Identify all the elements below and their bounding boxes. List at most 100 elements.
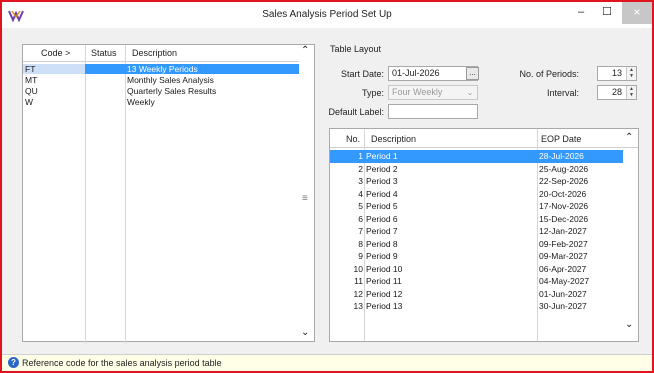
chevron-down-icon[interactable]: ⌄	[463, 86, 477, 99]
cell-eop-date: 17-Nov-2026	[539, 201, 589, 211]
table-row[interactable]: 8 Period 8 09-Feb-2027	[330, 238, 623, 251]
cell-description: Period 2	[366, 163, 398, 174]
cell-no: 13	[353, 301, 363, 311]
cell-eop-date: 15-Dec-2026	[539, 213, 589, 224]
cell-no: 7	[358, 226, 363, 236]
table-row[interactable]: W Weekly	[23, 97, 299, 107]
title-bar[interactable]: Sales Analysis Period Set Up – ☐ ×	[2, 2, 652, 28]
cell-no: 12	[353, 288, 363, 299]
spinner-icon[interactable]: ▲ ▼	[626, 86, 636, 99]
default-label-label: Default Label:	[328, 107, 384, 117]
cell-eop-date: 22-Sep-2026	[539, 176, 589, 186]
default-label-field[interactable]	[388, 104, 478, 119]
cell-eop-date: 09-Feb-2027	[539, 238, 588, 249]
cell-no: 2	[358, 163, 363, 174]
cell-description: Weekly	[127, 97, 155, 107]
cell-code: QU	[25, 86, 38, 96]
status-bar: ? Reference code for the sales analysis …	[2, 354, 652, 371]
help-icon: ?	[8, 357, 19, 368]
table-row[interactable]: 1 Period 1 28-Jul-2026	[330, 150, 623, 163]
cell-eop-date: 12-Jan-2027	[539, 226, 587, 236]
maximize-button[interactable]: ☐	[594, 2, 620, 24]
cell-code: FT	[23, 64, 85, 74]
chevron-up-icon[interactable]: ⌃	[625, 132, 633, 143]
column-header-status[interactable]: Status	[91, 48, 117, 58]
table-row[interactable]: 13 Period 13 30-Jun-2027	[330, 300, 623, 313]
cell-description: Period 10	[366, 263, 403, 274]
cell-eop-date: 30-Jun-2027	[539, 301, 587, 311]
table-layout-group-label: Table Layout	[330, 44, 382, 54]
table-row[interactable]: 10 Period 10 06-Apr-2027	[330, 263, 623, 276]
chevron-down-icon[interactable]: ⌄	[625, 319, 633, 330]
table-row[interactable]: FT 13 Weekly Periods	[23, 64, 299, 74]
cell-eop-date: 06-Apr-2027	[539, 263, 587, 274]
table-row[interactable]: MT Monthly Sales Analysis	[23, 75, 299, 85]
column-header-eop-date[interactable]: EOP Date	[541, 134, 581, 144]
cell-description: 13 Weekly Periods	[127, 64, 198, 74]
start-date-label: Start Date:	[340, 69, 384, 79]
cell-description: Period 3	[366, 176, 398, 186]
status-text: Reference code for the sales analysis pe…	[22, 358, 222, 368]
cell-code: W	[25, 97, 34, 107]
vertical-scrollbar[interactable]: ⌃ ≡ ⌄	[299, 45, 314, 341]
chevron-up-icon[interactable]: ⌃	[301, 45, 309, 56]
cell-no: 5	[358, 201, 363, 211]
window-title: Sales Analysis Period Set Up	[262, 9, 392, 20]
cell-description: Period 4	[366, 188, 398, 199]
cell-no: 3	[358, 176, 363, 186]
cell-description: Period 11	[366, 276, 402, 286]
periods-table-header: No. Description EOP Date	[330, 129, 638, 148]
table-row[interactable]: 11 Period 11 04-May-2027	[330, 275, 623, 288]
cell-no: 8	[358, 238, 363, 249]
table-row[interactable]: 9 Period 9 09-Mar-2027	[330, 250, 623, 263]
table-row[interactable]: 7 Period 7 12-Jan-2027	[330, 225, 623, 238]
cell-eop-date: 09-Mar-2027	[539, 251, 588, 261]
cell-description: Monthly Sales Analysis	[127, 75, 214, 85]
cell-description: Period 9	[366, 251, 398, 261]
cell-description: Period 12	[366, 288, 403, 299]
table-row[interactable]: 2 Period 2 25-Aug-2026	[330, 163, 623, 176]
column-header-description[interactable]: Description	[371, 134, 416, 144]
app-window: Sales Analysis Period Set Up – ☐ × Code …	[0, 0, 654, 373]
codes-table[interactable]: Code > Status Description FT 13 Weekly P…	[22, 44, 315, 343]
cell-no: 4	[358, 188, 363, 199]
scroll-grip-icon[interactable]: ≡	[302, 193, 308, 204]
spinner-icon[interactable]: ▲ ▼	[626, 67, 636, 80]
type-label: Type:	[361, 88, 384, 98]
interval-label: Interval:	[546, 88, 579, 98]
vertical-scrollbar[interactable]: ⌃ ⌄	[623, 129, 638, 341]
cell-description: Period 8	[366, 238, 398, 249]
table-row[interactable]: 12 Period 12 01-Jun-2027	[330, 288, 623, 301]
cell-no: 1	[358, 151, 363, 161]
cell-no: 10	[353, 263, 363, 274]
close-button[interactable]: ×	[622, 2, 652, 24]
column-header-no[interactable]: No.	[346, 134, 360, 144]
cell-eop-date: 25-Aug-2026	[539, 163, 589, 174]
cell-description: Period 7	[366, 226, 398, 236]
cell-code: MT	[25, 75, 38, 85]
column-header-description[interactable]: Description	[132, 48, 177, 58]
cell-eop-date: 01-Jun-2027	[539, 288, 587, 299]
minimize-button[interactable]: –	[568, 2, 594, 24]
table-row[interactable]: 3 Period 3 22-Sep-2026	[330, 175, 623, 188]
cell-eop-date: 20-Oct-2026	[539, 188, 587, 199]
cell-no: 6	[358, 213, 363, 224]
date-picker-button[interactable]: ...	[466, 67, 479, 80]
no-of-periods-label: No. of Periods:	[519, 69, 579, 79]
column-header-code[interactable]: Code >	[41, 48, 70, 58]
start-date-field[interactable]: 01-Jul-2026	[388, 66, 478, 81]
cell-description: Period 1	[366, 151, 398, 161]
cell-description: Period 13	[366, 301, 403, 311]
cell-description: Period 5	[366, 201, 398, 211]
cell-no: 11	[354, 276, 363, 286]
table-row[interactable]: 4 Period 4 20-Oct-2026	[330, 188, 623, 201]
table-row[interactable]: 5 Period 5 17-Nov-2026	[330, 200, 623, 213]
cell-no: 9	[358, 251, 363, 261]
cell-eop-date: 28-Jul-2026	[539, 151, 584, 161]
chevron-down-icon[interactable]: ⌄	[301, 327, 309, 338]
cell-description: Quarterly Sales Results	[127, 86, 217, 96]
cell-eop-date: 04-May-2027	[539, 276, 590, 286]
table-row[interactable]: QU Quarterly Sales Results	[23, 86, 299, 96]
periods-table[interactable]: No. Description EOP Date 1 Period 1 28-J…	[329, 128, 639, 342]
table-row[interactable]: 6 Period 6 15-Dec-2026	[330, 213, 623, 226]
